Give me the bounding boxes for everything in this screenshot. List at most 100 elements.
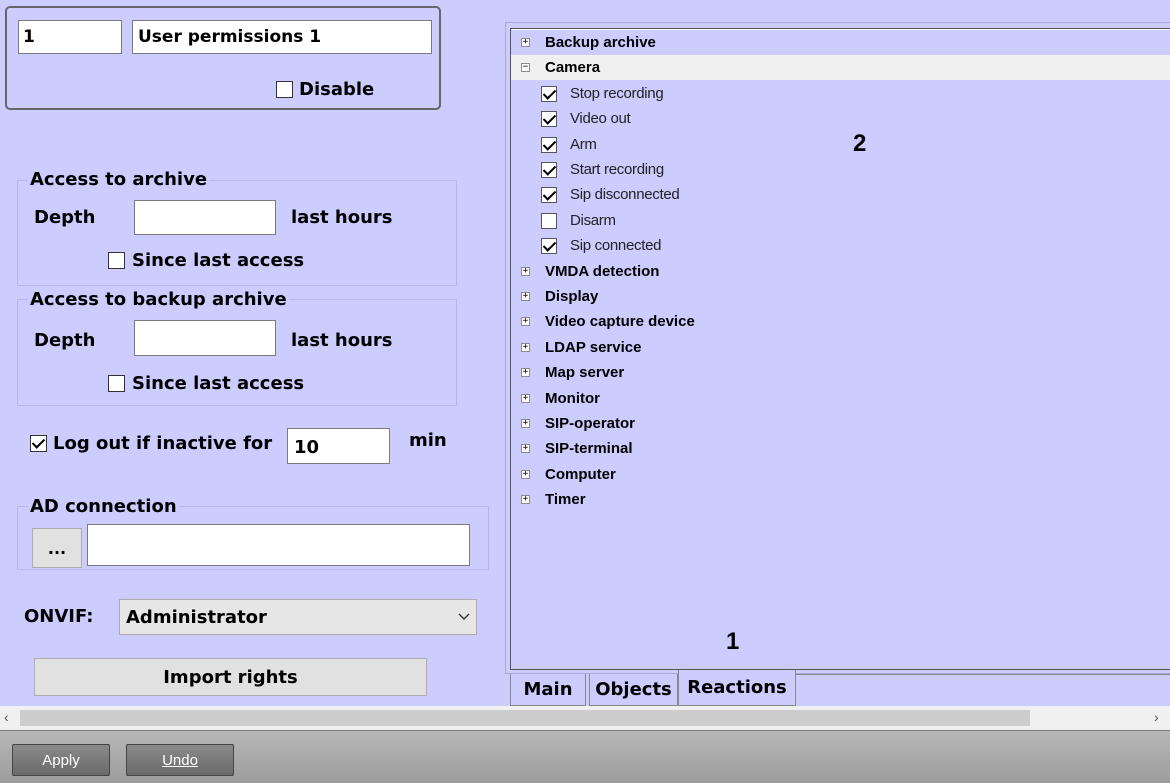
ad-browse-button[interactable]: ... [32,528,82,568]
disable-checkbox-row[interactable]: Disable [276,78,374,100]
tree-node[interactable]: + Map server [511,360,1170,385]
disable-label: Disable [299,78,375,100]
backup-unit-label: last hours [291,330,393,351]
reaction-checkbox[interactable] [541,161,557,178]
id-field[interactable]: 1 [18,20,122,54]
reaction-checkbox[interactable] [541,136,557,153]
archive-title: Access to archive [28,169,210,190]
expand-icon[interactable]: + [521,368,530,377]
tree-node[interactable]: + Backup archive [511,30,1170,55]
backup-title: Access to backup archive [28,289,289,310]
tree-node[interactable]: + Timer [511,487,1170,512]
expand-icon[interactable]: + [521,419,530,428]
logout-label: Log out if inactive for [53,432,273,454]
name-field[interactable]: User permissions 1 [132,20,432,54]
tree-node[interactable]: + Display [511,284,1170,309]
tree-node-label: Monitor [545,390,600,407]
tree-child-item[interactable]: Arm [511,132,1170,157]
onvif-select[interactable]: Administrator [119,599,477,635]
apply-button[interactable]: Apply [12,744,110,776]
tab-strip-line [796,674,1170,675]
reaction-checkbox[interactable] [541,110,557,127]
backup-since-row[interactable]: Since last access [108,372,304,394]
ad-connection-field[interactable] [87,524,470,566]
tab-reactions[interactable]: Reactions [678,670,796,706]
apply-label: Apply [42,751,80,769]
expand-icon[interactable]: + [521,444,530,453]
reaction-label: Start recording [570,161,664,178]
undo-button[interactable]: Undo [126,744,234,776]
tree-node-label: Camera [545,59,601,76]
tab-objects[interactable]: Objects [589,674,678,706]
tree-node-label: VMDA detection [545,263,660,280]
tree-node[interactable]: + Computer [511,462,1170,487]
expand-icon[interactable]: + [521,394,530,403]
archive-unit-label: last hours [291,207,393,228]
expand-icon[interactable]: + [521,470,530,479]
ad-title: AD connection [28,496,179,517]
tree-node-label: LDAP service [545,339,642,356]
tree-node[interactable]: + SIP-operator [511,411,1170,436]
tree-child-item[interactable]: Stop recording [511,81,1170,106]
reactions-tree: + Backup archive − Camera Stop recording Vide… [510,28,1170,670]
reaction-checkbox[interactable] [541,186,557,203]
tree-node-label: SIP-terminal [545,440,633,457]
tree-child-item[interactable]: Sip disconnected [511,182,1170,207]
tree-node-label: Timer [545,491,586,508]
reaction-label: Stop recording [570,85,664,102]
backup-depth-label: Depth [34,330,96,351]
expand-icon[interactable]: + [521,495,530,504]
logout-minutes-input[interactable]: 10 [287,428,390,464]
tree-node[interactable]: + SIP-terminal [511,436,1170,461]
tree-child-item[interactable]: Start recording [511,157,1170,182]
marker-one: 1 [726,628,740,655]
tree-node-label: Computer [545,466,616,483]
scrollbar-thumb[interactable] [20,710,1030,726]
expand-icon[interactable]: + [521,343,530,352]
tree-node-label: Video capture device [545,313,695,330]
reaction-label: Sip connected [570,237,662,254]
reaction-label: Sip disconnected [570,186,680,203]
logout-unit-label: min [409,430,447,451]
tree-child-item[interactable]: Sip connected [511,233,1170,258]
expand-icon[interactable]: + [521,38,530,47]
archive-since-checkbox[interactable] [108,251,125,269]
marker-two: 2 [853,130,867,157]
horizontal-scrollbar[interactable]: ‹ › [0,706,1170,730]
tree-child-item[interactable]: Video out [511,106,1170,131]
archive-depth-label: Depth [34,207,96,228]
tab-main[interactable]: Main [510,674,586,706]
archive-since-label: Since last access [132,249,305,271]
reaction-label: Arm [570,136,597,153]
reaction-label: Video out [570,110,631,127]
backup-depth-input[interactable] [134,320,276,356]
logout-row[interactable]: Log out if inactive for [30,432,272,454]
reaction-label: Disarm [570,212,616,229]
expand-icon[interactable]: + [521,317,530,326]
reaction-checkbox[interactable] [541,237,557,254]
archive-depth-input[interactable] [134,200,276,235]
tree-node-label: Backup archive [545,34,656,51]
scroll-right-icon[interactable]: › [1154,709,1159,725]
disable-checkbox[interactable] [276,80,293,98]
collapse-icon[interactable]: − [521,63,530,72]
expand-icon[interactable]: + [521,267,530,276]
reaction-checkbox[interactable] [541,212,557,229]
scroll-left-icon[interactable]: ‹ [4,709,9,725]
tree-node[interactable]: − Camera [511,55,1170,80]
import-rights-button[interactable]: Import rights [34,658,427,696]
tree-node[interactable]: + LDAP service [511,335,1170,360]
backup-since-checkbox[interactable] [108,374,125,392]
tree-child-item[interactable]: Disarm [511,208,1170,233]
tree-node[interactable]: + Monitor [511,386,1170,411]
logout-checkbox[interactable] [30,434,47,452]
archive-since-row[interactable]: Since last access [108,249,304,271]
expand-icon[interactable]: + [521,292,530,301]
tree-node-label: Map server [545,364,625,381]
undo-label: Undo [162,751,198,769]
tree-node[interactable]: + VMDA detection [511,259,1170,284]
reaction-checkbox[interactable] [541,85,557,102]
tree-node[interactable]: + Video capture device [511,309,1170,334]
chevron-down-icon [452,613,476,621]
onvif-selected-value: Administrator [126,606,267,628]
